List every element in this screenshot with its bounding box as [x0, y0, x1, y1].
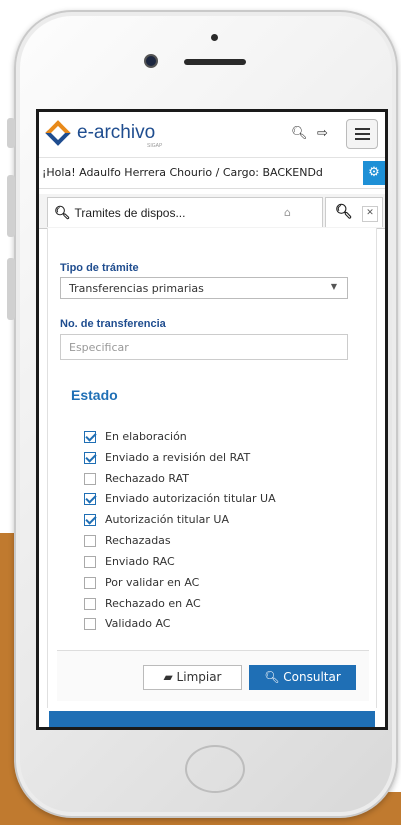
- search-icon: 🔍︎: [264, 670, 280, 684]
- footer-blue-bar: [49, 711, 375, 727]
- eraser-icon: ▰: [163, 670, 173, 684]
- logo-text: e-archivo: [77, 122, 156, 143]
- home-icon[interactable]: ⌂: [284, 206, 291, 219]
- phone-screen: e-archivo SIGAP 🔍︎ ⇨ ¡Hola! Adaulfo Herr…: [36, 109, 388, 730]
- search-icon: 🔍︎: [335, 204, 353, 220]
- close-icon[interactable]: ✕: [362, 206, 378, 222]
- logout-icon[interactable]: ⇨: [317, 126, 328, 141]
- form-actions: ▰ Limpiar 🔍︎ Consultar: [57, 650, 369, 701]
- checkbox-checked[interactable]: [84, 431, 96, 443]
- phone-mute-switch: [7, 118, 15, 148]
- search-icon: 🔍︎: [54, 205, 71, 220]
- estado-option-label: Enviado RAC: [105, 555, 175, 568]
- tab-tramites-label: Tramites de dispos...: [74, 206, 186, 220]
- checkbox-checked[interactable]: [84, 514, 96, 526]
- logo-diamond-icon: [45, 120, 71, 146]
- estado-option-label: En elaboración: [105, 430, 187, 443]
- tipo-tramite-label: Tipo de trámite: [60, 262, 139, 274]
- checkbox-unchecked[interactable]: [84, 535, 96, 547]
- tab-tramites-content: 🔍︎ Tramites de dispos...: [54, 205, 185, 221]
- search-icon[interactable]: 🔍︎: [291, 126, 308, 141]
- clear-button[interactable]: ▰ Limpiar: [143, 665, 242, 690]
- checkbox-unchecked[interactable]: [84, 598, 96, 610]
- checkbox-unchecked[interactable]: [84, 618, 96, 630]
- user-greeting-bar: ¡Hola! Adaulfo Herrera Chourio / Cargo: …: [39, 158, 385, 189]
- checkbox-unchecked[interactable]: [84, 473, 96, 485]
- transferencia-placeholder: Especificar: [69, 341, 129, 354]
- tipo-tramite-value: Transferencias primarias: [69, 282, 204, 295]
- phone-home-button[interactable]: [185, 745, 245, 793]
- estado-option-label: Autorización titular UA: [105, 513, 229, 526]
- phone-camera: [144, 54, 158, 68]
- app-logo[interactable]: e-archivo SIGAP: [45, 120, 189, 149]
- transferencia-input[interactable]: Especificar: [60, 334, 348, 360]
- phone-sensor: [211, 34, 218, 41]
- checkbox-unchecked[interactable]: [84, 556, 96, 568]
- tab-tramites[interactable]: 🔍︎ Tramites de dispos... ⌂: [47, 197, 323, 227]
- hamburger-menu-icon: [355, 128, 370, 130]
- estado-heading: Estado: [71, 387, 118, 403]
- phone-volume-up: [7, 175, 15, 237]
- checkbox-checked[interactable]: [84, 493, 96, 505]
- transferencia-label: No. de transferencia: [60, 318, 166, 330]
- tab-search[interactable]: 🔍︎ ✕: [325, 197, 383, 227]
- chevron-down-icon: ▼: [330, 282, 337, 291]
- query-button[interactable]: 🔍︎ Consultar: [249, 665, 356, 690]
- phone-volume-down: [7, 258, 15, 320]
- hamburger-menu-button[interactable]: [346, 119, 378, 149]
- estado-option-label: Rechazado en AC: [105, 597, 201, 610]
- hamburger-line: [355, 138, 370, 140]
- estado-option-label: Rechazado RAT: [105, 472, 189, 485]
- search-panel: [47, 228, 377, 708]
- logo-subtext: SIGAP: [147, 143, 163, 149]
- estado-option-label: Validado AC: [105, 617, 171, 630]
- estado-option-label: Por validar en AC: [105, 576, 200, 589]
- phone-speaker: [184, 59, 246, 65]
- app-header: e-archivo SIGAP 🔍︎ ⇨: [39, 112, 385, 158]
- estado-option-label: Enviado autorización titular UA: [105, 492, 276, 505]
- tab-bar: 🔍︎ Tramites de dispos... ⌂ 🔍︎ ✕: [39, 194, 385, 229]
- checkbox-checked[interactable]: [84, 452, 96, 464]
- gear-icon: ⚙: [368, 165, 380, 180]
- checkbox-unchecked[interactable]: [84, 577, 96, 589]
- tipo-tramite-select[interactable]: Transferencias primarias ▼: [60, 277, 348, 299]
- estado-option-label: Rechazadas: [105, 534, 171, 547]
- estado-option-label: Enviado a revisión del RAT: [105, 451, 251, 464]
- hamburger-line: [355, 133, 370, 135]
- settings-button[interactable]: ⚙: [363, 161, 385, 185]
- query-button-label: Consultar: [283, 670, 341, 684]
- user-greeting: ¡Hola! Adaulfo Herrera Chourio / Cargo: …: [42, 166, 323, 179]
- clear-button-label: Limpiar: [176, 670, 222, 684]
